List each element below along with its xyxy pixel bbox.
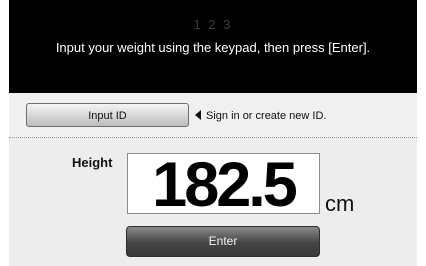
app-screen: 1 2 3 Input your weight using the keypad… bbox=[9, 0, 417, 266]
step-indicator: 1 2 3 bbox=[193, 17, 233, 32]
height-value-display[interactable]: 182.5 bbox=[127, 153, 320, 214]
id-row: Input ID Sign in or create new ID. bbox=[9, 93, 417, 138]
instruction-text: Input your weight using the keypad, then… bbox=[55, 40, 371, 55]
left-triangle-arrow-icon bbox=[195, 110, 201, 120]
sign-in-hint-text: Sign in or create new ID. bbox=[206, 110, 327, 122]
header-banner: 1 2 3 Input your weight using the keypad… bbox=[9, 0, 417, 93]
height-value: 182.5 bbox=[152, 153, 298, 214]
sign-in-hint: Sign in or create new ID. bbox=[195, 110, 326, 122]
enter-button[interactable]: Enter bbox=[126, 226, 320, 257]
height-label: Height bbox=[72, 155, 113, 170]
unit-label: cm bbox=[325, 191, 355, 216]
input-id-button[interactable]: Input ID bbox=[26, 103, 189, 127]
